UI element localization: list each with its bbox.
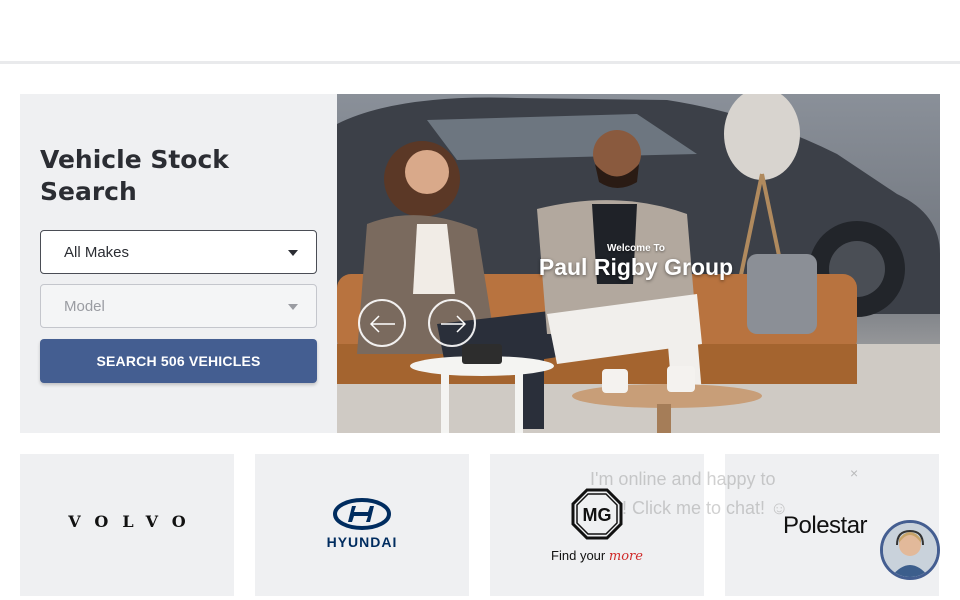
make-select-value: All Makes	[64, 244, 130, 261]
chat-prompt[interactable]: I'm online and happy to ! Click me to ch…	[572, 460, 872, 530]
mg-tagline-text: Find your	[551, 548, 606, 563]
hyundai-logo-text: HYUNDAI	[326, 534, 398, 550]
vehicle-search-panel: Vehicle Stock Search All Makes Model SEA…	[20, 94, 337, 433]
brand-card-volvo[interactable]: VOLVO	[20, 454, 234, 596]
model-select-placeholder: Model	[64, 298, 105, 315]
chat-prompt-line-1: I'm online and happy to	[590, 469, 776, 489]
hyundai-emblem-icon	[333, 498, 391, 530]
hero-welcome-text: Welcome To	[607, 243, 665, 254]
mg-tagline: Find your more	[490, 548, 704, 564]
arrow-right-icon	[441, 315, 466, 333]
carousel-next-button[interactable]	[428, 299, 476, 347]
volvo-logo: VOLVO	[68, 512, 200, 531]
search-vehicles-button[interactable]: SEARCH 506 VEHICLES	[40, 339, 317, 383]
site-header	[0, 0, 960, 64]
close-icon[interactable]: ×	[850, 458, 858, 488]
chat-agent-avatar[interactable]	[880, 520, 940, 580]
arrow-left-icon	[370, 315, 395, 333]
carousel-prev-button[interactable]	[358, 299, 406, 347]
brand-card-hyundai[interactable]: HYUNDAI	[255, 454, 469, 596]
mg-tagline-accent: more	[608, 549, 643, 564]
hero-title: Paul Rigby Group	[538, 254, 734, 280]
make-select[interactable]: All Makes	[40, 230, 317, 274]
chevron-down-icon	[288, 250, 298, 256]
hero-carousel: Welcome To Paul Rigby Group	[337, 94, 940, 433]
search-title: Vehicle Stock Search	[40, 145, 229, 206]
model-select[interactable]: Model	[40, 284, 317, 328]
chevron-down-icon	[288, 304, 298, 310]
agent-photo	[883, 523, 937, 577]
chat-prompt-line-2: ! Click me to chat! ☺	[622, 498, 789, 518]
